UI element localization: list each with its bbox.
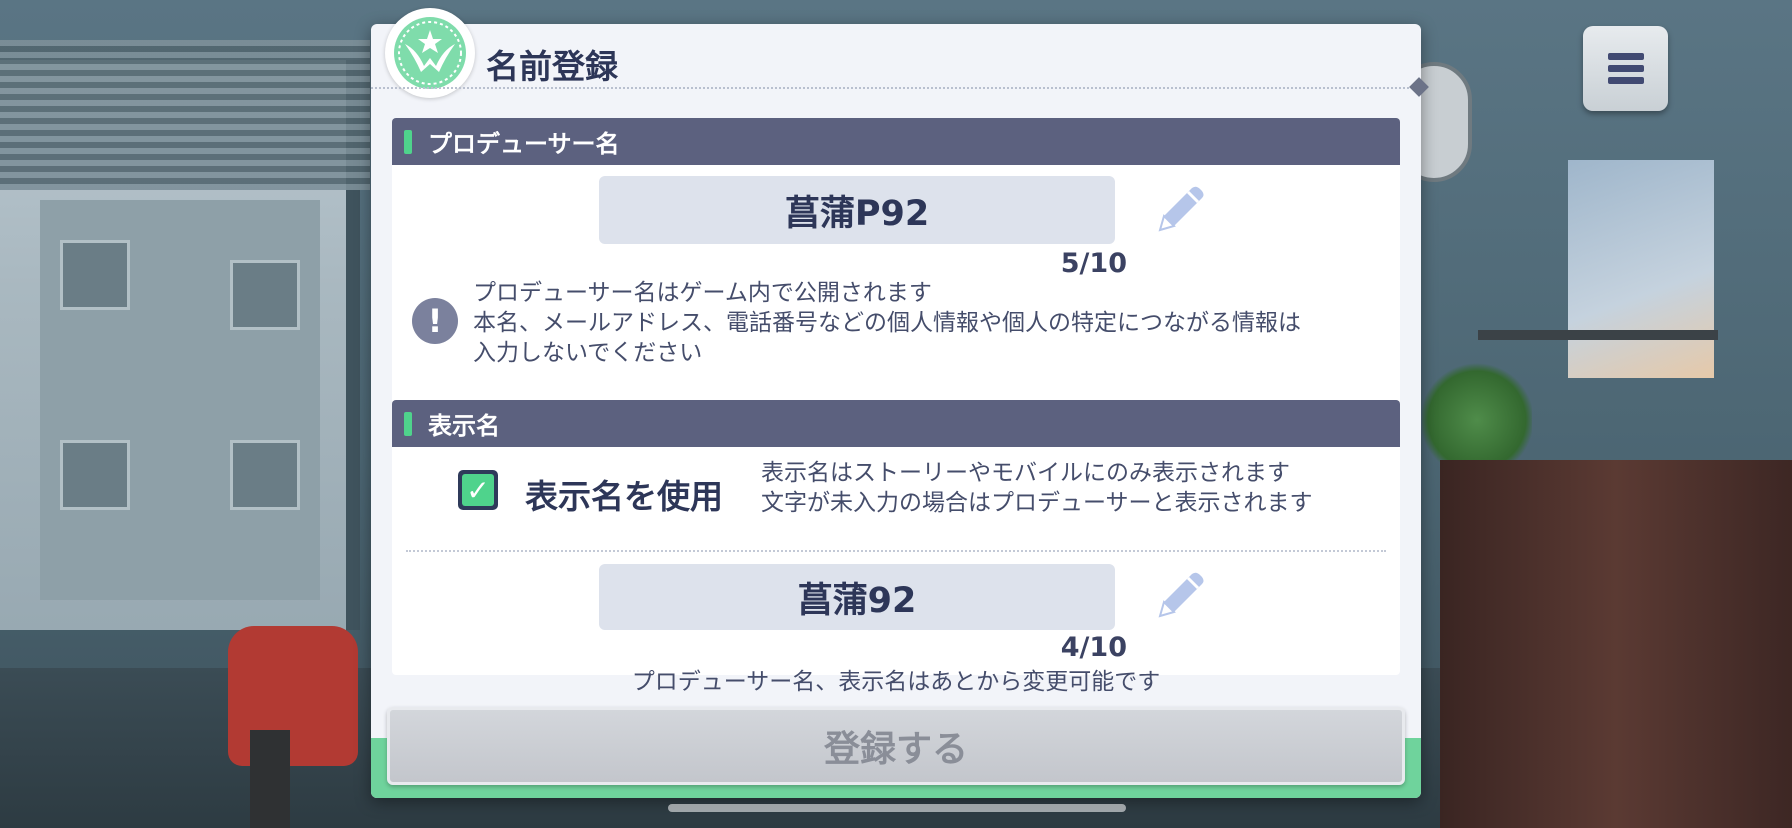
notice-line: 本名、メールアドレス、電話番号などの個人情報や個人の特定につながる情報は	[473, 310, 1301, 336]
display-section-divider	[406, 550, 1386, 552]
producer-name-char-count: 5/10	[1060, 248, 1127, 279]
display-name-field[interactable]: 菖蒲92	[599, 564, 1115, 630]
wing-star-emblem-icon	[385, 8, 475, 98]
use-display-name-checkbox[interactable]: ✓	[458, 470, 498, 510]
producer-name-header: プロデューサー名	[392, 118, 1400, 165]
pencil-edit-icon[interactable]	[1150, 180, 1210, 240]
checkmark-icon: ✓	[462, 474, 494, 507]
background-blinds	[0, 40, 370, 190]
display-name-info: 表示名はストーリーやモバイルにのみ表示されます 文字が未入力の場合はプロデューサ…	[761, 458, 1313, 518]
producer-name-field[interactable]: 菖蒲P92	[599, 176, 1115, 244]
background-chair-stand	[250, 730, 290, 828]
use-display-name-label[interactable]: 表示名を使用	[525, 470, 723, 518]
building-window	[60, 240, 130, 310]
footer-note: プロデューサー名、表示名はあとから変更可能です	[631, 669, 1161, 695]
building-window	[230, 260, 300, 330]
title-divider	[371, 87, 1421, 89]
info-line: 表示名はストーリーやモバイルにのみ表示されます	[761, 460, 1290, 486]
home-indicator[interactable]	[668, 804, 1126, 812]
display-name-header: 表示名	[392, 400, 1400, 447]
building-window	[60, 440, 130, 510]
producer-name-header-label: プロデューサー名	[428, 130, 620, 158]
notice-line: 入力しないでください	[473, 340, 703, 366]
background-shelf	[1440, 460, 1792, 828]
dialog-title: 名前登録	[486, 47, 618, 86]
display-name-char-count: 4/10	[1060, 632, 1127, 663]
menu-button[interactable]	[1583, 26, 1668, 111]
hamburger-menu-icon	[1607, 48, 1644, 89]
display-name-section: 表示名 ✓ 表示名を使用 表示名はストーリーやモバイルにのみ表示されます 文字が…	[392, 400, 1400, 675]
exclamation-icon: !	[412, 298, 458, 344]
background-chair	[228, 626, 358, 766]
producer-name-section: プロデューサー名 菖蒲P92 5/10 ! プロデューサー名はゲーム内で公開され…	[392, 118, 1400, 404]
notice-line: プロデューサー名はゲーム内で公開されます	[473, 280, 932, 306]
register-button[interactable]: 登録する	[387, 707, 1405, 785]
header-marker	[404, 129, 412, 154]
display-name-header-label: 表示名	[428, 412, 500, 440]
background-building	[40, 200, 320, 600]
building-window	[230, 440, 300, 510]
producer-name-notice: プロデューサー名はゲーム内で公開されます 本名、メールアドレス、電話番号などの個…	[473, 278, 1301, 368]
background-clothes-rack	[1478, 330, 1718, 460]
info-line: 文字が未入力の場合はプロデューサーと表示されます	[761, 490, 1313, 516]
header-marker	[404, 411, 412, 436]
pencil-edit-icon[interactable]	[1150, 566, 1210, 626]
name-registration-dialog: 名前登録 プロデューサー名 菖蒲P92 5/10 ! プロデューサー名はゲーム内…	[371, 8, 1429, 798]
